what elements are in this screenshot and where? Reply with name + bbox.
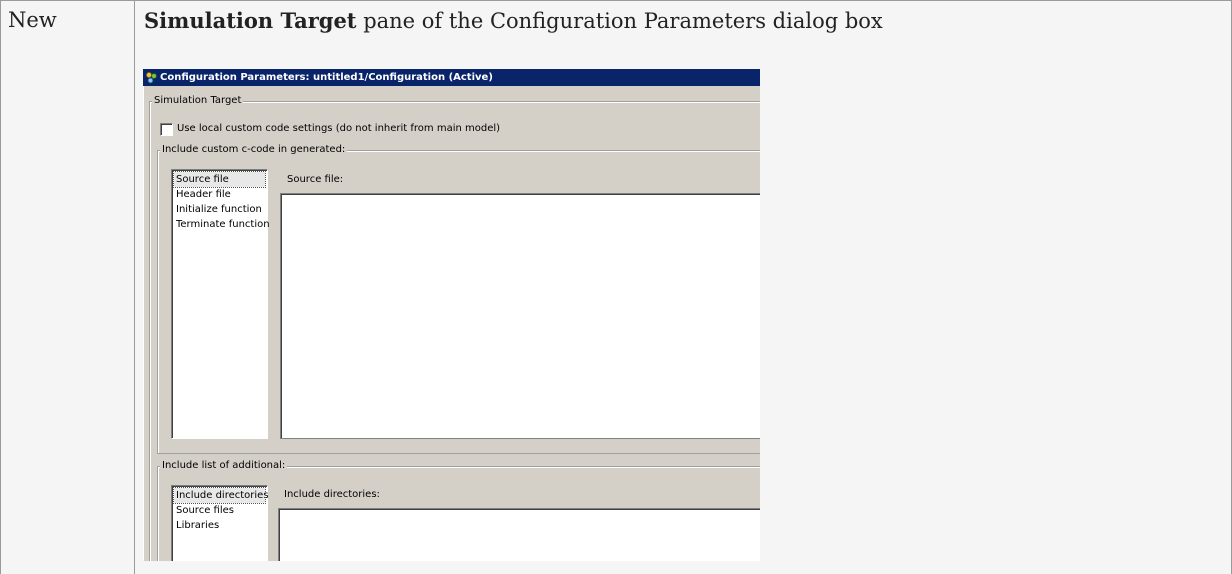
use-local-custom-code-checkbox[interactable] — [160, 123, 173, 136]
gear-cluster-icon — [146, 72, 157, 84]
simulation-target-group-title: Simulation Target — [152, 95, 244, 106]
list-item-libraries[interactable]: Libraries — [174, 518, 265, 533]
list-item-include-directories[interactable]: Include directories — [173, 487, 269, 504]
dialog-titlebar[interactable]: Configuration Parameters: untitled1/Conf… — [143, 69, 760, 86]
include-directories-editor[interactable] — [278, 508, 760, 561]
source-file-editor-label: Source file: — [287, 174, 344, 185]
list-item-source-file[interactable]: Source file — [173, 171, 266, 188]
additional-category-list[interactable]: Include directories Source files Librari… — [171, 485, 269, 561]
caption-rest-text: pane of the Configuration Parameters dia… — [356, 9, 883, 33]
source-file-editor[interactable] — [280, 193, 760, 439]
configuration-parameters-dialog: Configuration Parameters: untitled1/Conf… — [143, 69, 760, 561]
grid-top-border — [0, 0, 1231, 1]
include-directories-editor-label: Include directories: — [284, 489, 380, 500]
include-list-additional-title: Include list of additional: — [160, 460, 288, 471]
dialog-title: Configuration Parameters: untitled1/Conf… — [160, 72, 493, 83]
grid-left-border — [0, 0, 1, 574]
include-custom-c-code-title: Include custom c-code in generated: — [160, 144, 348, 155]
list-item-terminate-function[interactable]: Terminate function — [174, 217, 270, 232]
table-cell-new: New — [8, 8, 57, 32]
grid-column-divider — [134, 0, 135, 574]
table-cell-caption: Simulation Target pane of the Configurat… — [144, 8, 883, 33]
caption-bold-text: Simulation Target — [144, 8, 357, 33]
simulation-target-pane: Simulation Target Use local custom code … — [143, 86, 760, 561]
list-item-source-files[interactable]: Source files — [174, 503, 265, 518]
list-item-initialize-function[interactable]: Initialize function — [174, 202, 265, 217]
list-item-header-file[interactable]: Header file — [174, 187, 265, 202]
use-local-custom-code-label: Use local custom code settings (do not i… — [177, 123, 501, 134]
custom-code-category-list[interactable]: Source file Header file Initialize funct… — [171, 169, 270, 439]
